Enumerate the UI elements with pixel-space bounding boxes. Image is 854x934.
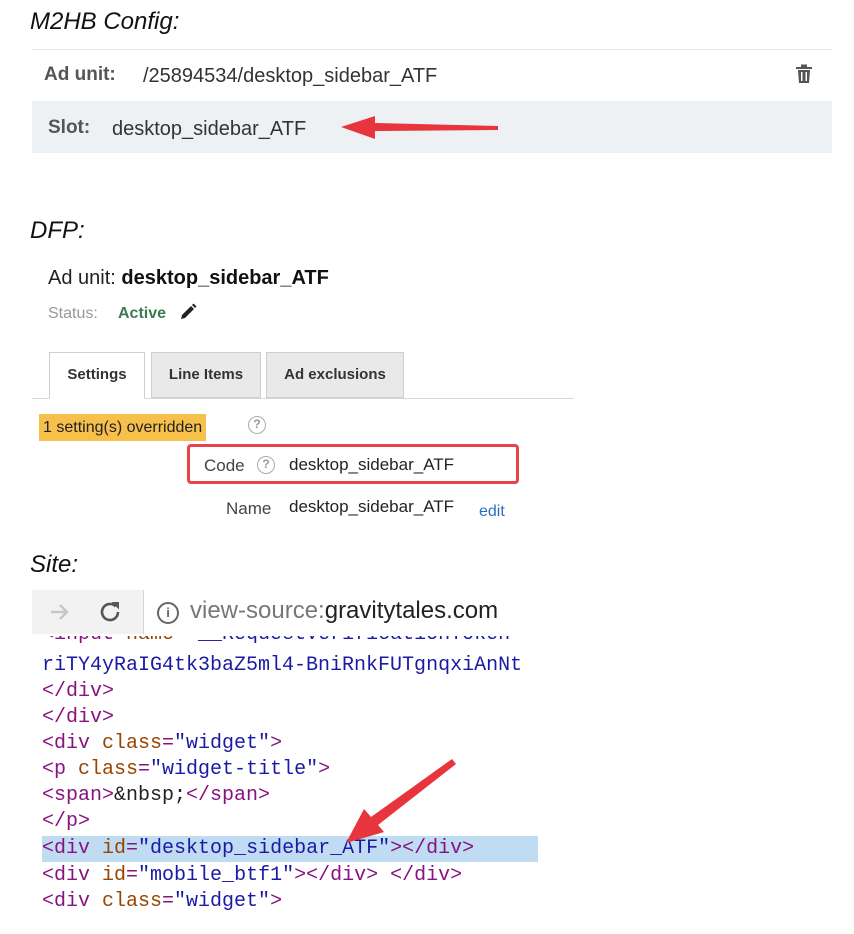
ad-unit-label: Ad unit:	[44, 64, 116, 85]
pencil-icon[interactable]	[179, 303, 197, 326]
source-line: </div>	[42, 706, 115, 729]
forward-arrow-icon[interactable]	[48, 600, 72, 629]
source-line: <div id="mobile_btf1"></div> </div>	[42, 864, 463, 887]
name-label: Name	[226, 499, 272, 518]
info-icon[interactable]: i	[157, 602, 179, 624]
code-value: desktop_sidebar_ATF	[289, 455, 455, 474]
site-heading: Site:	[30, 551, 79, 578]
source-line: <div class="widget">	[42, 732, 283, 755]
code-help-icon[interactable]: ?	[257, 456, 275, 474]
url-text: view-source:gravitytales.com	[190, 597, 498, 625]
source-line: riTY4yRaIG4tk3baZ5ml4-BniRnkFUTgnqxiAnNt	[42, 654, 523, 677]
dfp-heading: DFP:	[30, 217, 85, 244]
ad-unit-name: desktop_sidebar_ATF	[121, 267, 329, 289]
code-label: Code	[204, 456, 245, 475]
tab-line-items[interactable]: Line Items	[151, 352, 261, 398]
trash-icon[interactable]	[795, 64, 813, 84]
reload-icon[interactable]	[97, 599, 123, 630]
source-line: </div>	[42, 680, 115, 703]
slot-value: desktop_sidebar_ATF	[112, 118, 307, 140]
source-line: </p>	[42, 810, 91, 833]
status-value: Active	[118, 305, 167, 322]
help-icon[interactable]: ?	[248, 416, 266, 434]
tab-ad-exclusions[interactable]: Ad exclusions	[266, 352, 404, 398]
url-prefix: view-source:	[190, 597, 325, 624]
dfp-ad-unit-title: Ad unit: desktop_sidebar_ATF	[48, 267, 329, 290]
url-host: gravitytales.com	[324, 597, 499, 624]
red-arrow-annotation	[346, 759, 456, 843]
source-line-highlighted: <div id="desktop_sidebar_ATF"></div>	[42, 836, 538, 862]
override-badge: 1 setting(s) overridden	[39, 414, 207, 441]
red-arrow-annotation	[341, 116, 498, 139]
m2hb-heading: M2HB Config:	[30, 8, 180, 35]
tab-settings[interactable]: Settings	[49, 352, 145, 399]
slot-label: Slot:	[48, 117, 91, 138]
ad-unit-value: /25894534/desktop_sidebar_ATF	[143, 65, 438, 87]
ad-unit-prefix: Ad unit:	[48, 267, 116, 289]
source-line: <div class="widget">	[42, 890, 283, 913]
source-line: <span>&nbsp;</span>	[42, 784, 271, 807]
name-value: desktop_sidebar_ATF	[289, 497, 455, 516]
source-line-cut: <input name="__RequestVerificationToken"	[42, 636, 592, 650]
edit-link[interactable]: edit	[479, 503, 505, 521]
status-label: Status:	[48, 305, 98, 322]
source-line: <p class="widget-title">	[42, 758, 331, 781]
